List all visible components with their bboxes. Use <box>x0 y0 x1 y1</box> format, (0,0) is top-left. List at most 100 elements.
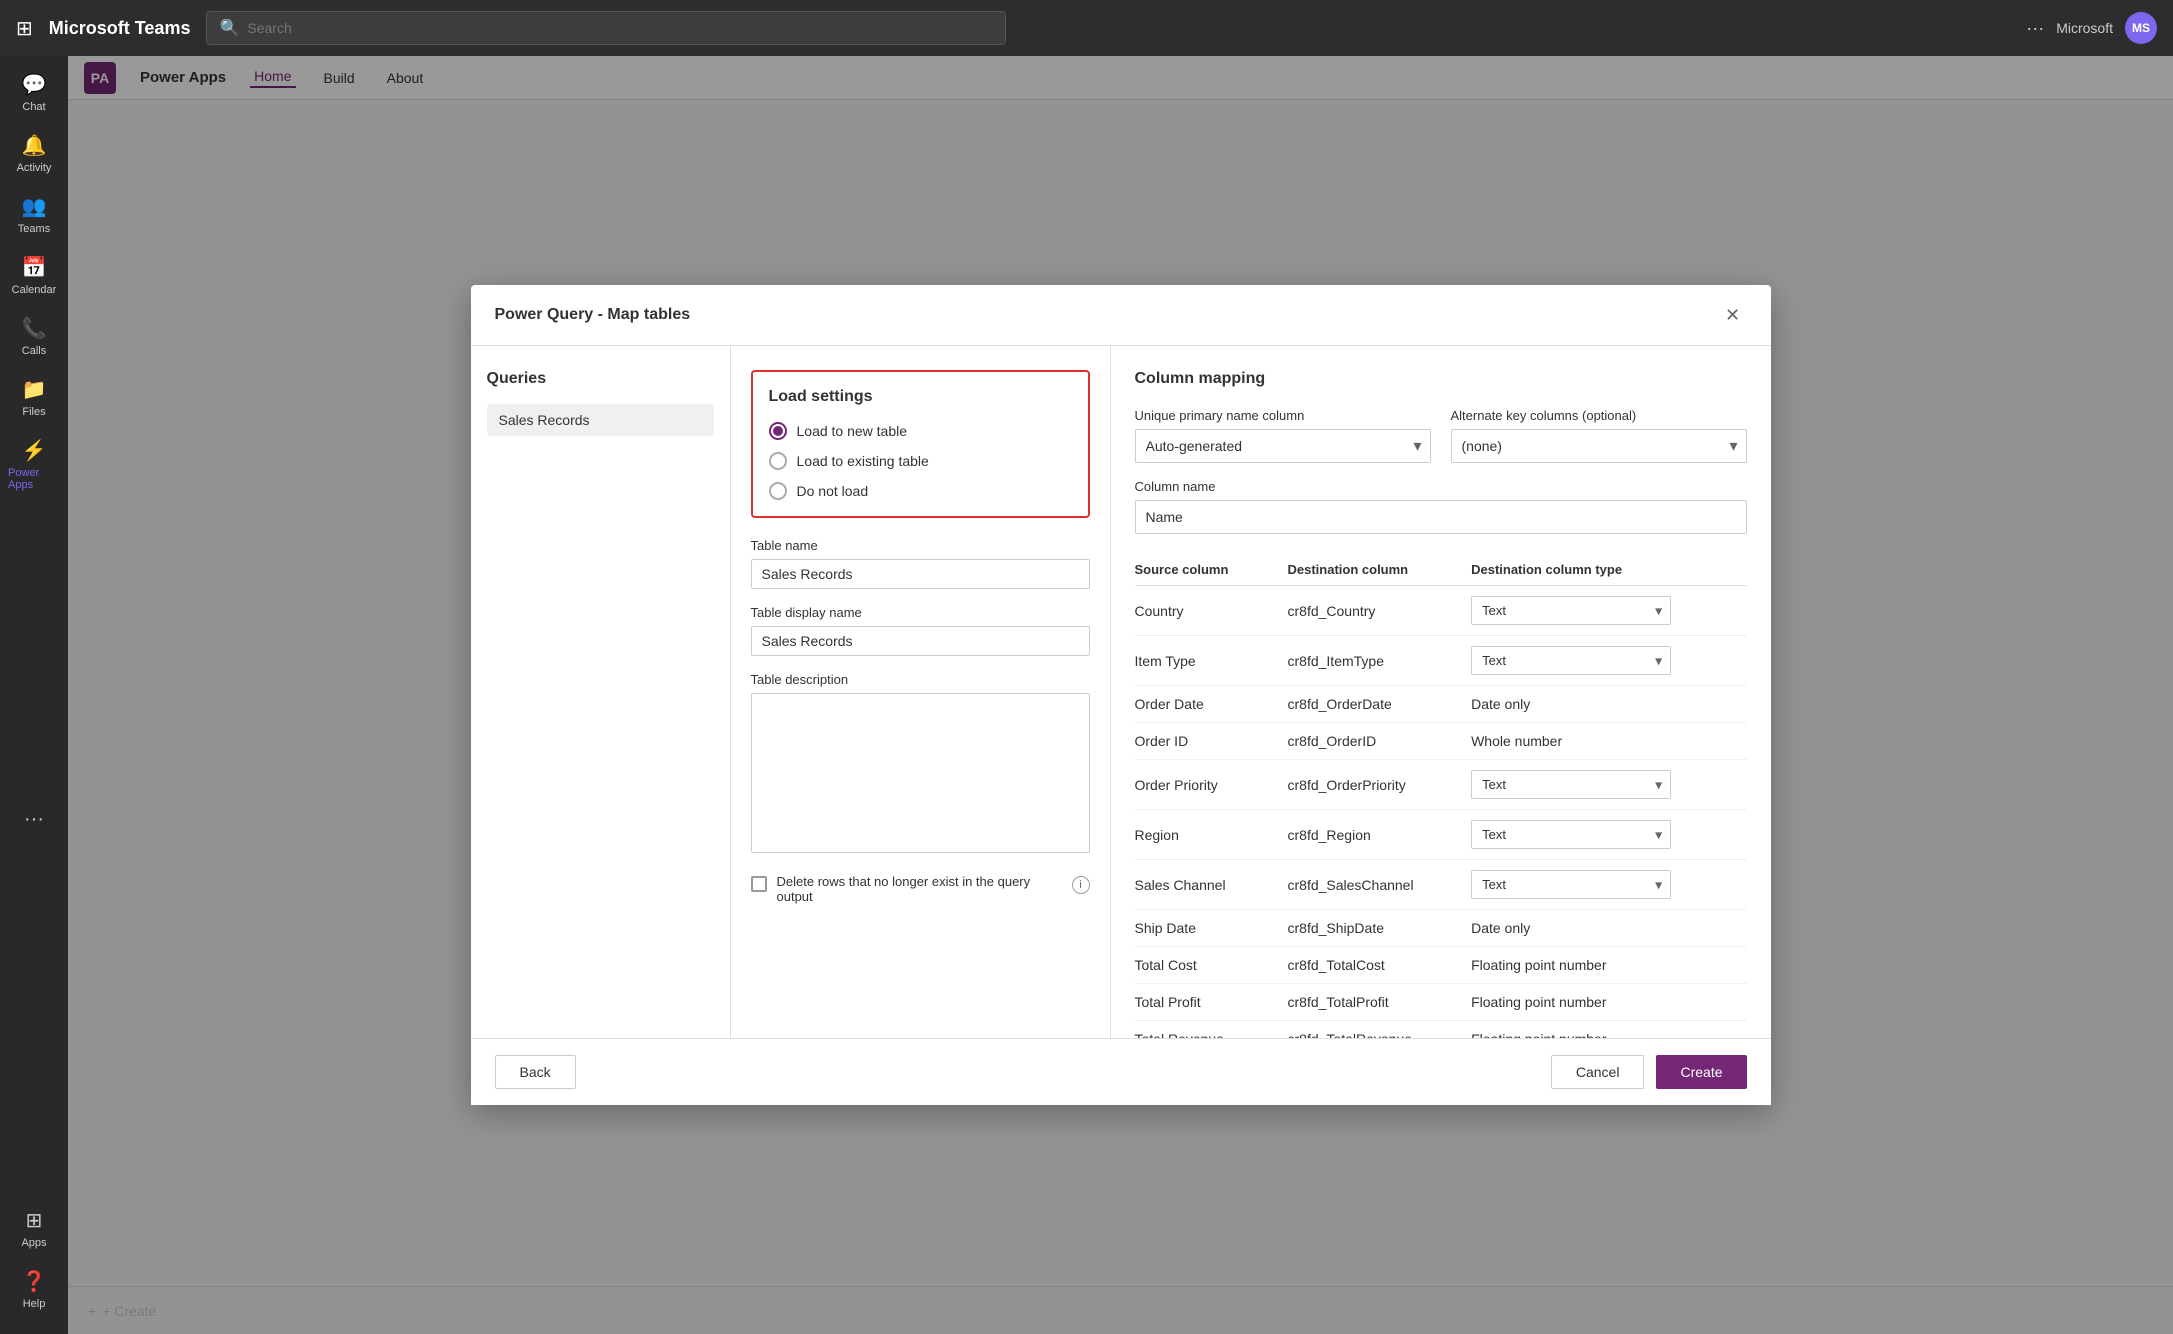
sidebar-item-label: Activity <box>17 162 52 174</box>
sidebar-item-powerapps[interactable]: ⚡ Power Apps <box>4 430 64 499</box>
sidebar-item-chat[interactable]: 💬 Chat <box>4 64 64 121</box>
sidebar-item-more[interactable]: ··· <box>4 800 64 839</box>
type-col-1[interactable]: Text▾ <box>1471 636 1746 686</box>
source-col-2: Order Date <box>1135 686 1288 723</box>
sidebar-bottom: ⊞ Apps ❓ Help <box>4 1200 64 1334</box>
info-icon[interactable]: i <box>1072 876 1090 894</box>
modal-overlay: Power Query - Map tables ✕ Queries Sales… <box>68 56 2173 1334</box>
radio-do-not-load-label: Do not load <box>797 483 869 499</box>
source-col-4: Order Priority <box>1135 760 1288 810</box>
type-col-8: Floating point number <box>1471 947 1746 984</box>
radio-option-do-not-load[interactable]: Do not load <box>769 482 1072 500</box>
sidebar-item-activity[interactable]: 🔔 Activity <box>4 125 64 182</box>
table-name-input[interactable] <box>751 559 1090 589</box>
grid-icon[interactable]: ⊞ <box>16 16 33 41</box>
table-display-name-input[interactable] <box>751 626 1090 656</box>
delete-rows-checkbox[interactable] <box>751 876 767 892</box>
username-label: Microsoft <box>2056 20 2113 36</box>
sidebar: 💬 Chat 🔔 Activity 👥 Teams 📅 Calendar 📞 C… <box>0 56 68 1334</box>
type-col-0[interactable]: Text▾ <box>1471 586 1746 636</box>
mapping-title: Column mapping <box>1135 370 1747 388</box>
query-item-sales-records[interactable]: Sales Records <box>487 404 714 436</box>
search-box: 🔍 <box>206 11 1006 45</box>
unique-primary-field: Unique primary name column Auto-generate… <box>1135 408 1431 463</box>
source-col-1: Item Type <box>1135 636 1288 686</box>
type-col-2: Date only <box>1471 686 1746 723</box>
dest-col-10: cr8fd_TotalRevenue <box>1288 1021 1472 1039</box>
table-header-row: Source column Destination column Destina… <box>1135 554 1747 586</box>
type-col-5[interactable]: Text▾ <box>1471 810 1746 860</box>
search-input[interactable] <box>247 20 993 36</box>
source-col-7: Ship Date <box>1135 910 1288 947</box>
calendar-icon: 📅 <box>22 255 47 280</box>
chat-icon: 💬 <box>22 72 47 97</box>
type-select-5[interactable]: Text <box>1472 821 1670 848</box>
radio-existing-table-label: Load to existing table <box>797 453 929 469</box>
table-name-group: Table name <box>751 538 1090 589</box>
table-row: Total Costcr8fd_TotalCostFloating point … <box>1135 947 1747 984</box>
source-col-3: Order ID <box>1135 723 1288 760</box>
table-row: Order IDcr8fd_OrderIDWhole number <box>1135 723 1747 760</box>
close-button[interactable]: ✕ <box>1719 301 1747 329</box>
sidebar-item-label: Teams <box>18 223 50 235</box>
column-name-input[interactable] <box>1135 500 1747 534</box>
table-row: Total Profitcr8fd_TotalProfitFloating po… <box>1135 984 1747 1021</box>
mapping-table: Source column Destination column Destina… <box>1135 554 1747 1038</box>
table-row: Regioncr8fd_RegionText▾ <box>1135 810 1747 860</box>
type-col-6[interactable]: Text▾ <box>1471 860 1746 910</box>
type-select-0[interactable]: Text <box>1472 597 1670 624</box>
sidebar-item-help[interactable]: ❓ Help <box>4 1261 64 1318</box>
unique-primary-select[interactable]: Auto-generated <box>1136 430 1430 462</box>
main-area: 💬 Chat 🔔 Activity 👥 Teams 📅 Calendar 📞 C… <box>0 56 2173 1334</box>
content-area: PA Power Apps Home Build About Power Que… <box>68 56 2173 1334</box>
settings-panel: Load settings Load to new table Load to … <box>731 346 1111 1038</box>
more-icon: ··· <box>24 808 44 831</box>
radio-option-new-table[interactable]: Load to new table <box>769 422 1072 440</box>
header-type: Destination column type <box>1471 554 1746 586</box>
type-col-10: Floating point number <box>1471 1021 1746 1039</box>
avatar[interactable]: MS <box>2125 12 2157 44</box>
dest-col-7: cr8fd_ShipDate <box>1288 910 1472 947</box>
create-button[interactable]: Create <box>1656 1055 1746 1089</box>
sidebar-item-files[interactable]: 📁 Files <box>4 369 64 426</box>
source-col-6: Sales Channel <box>1135 860 1288 910</box>
table-row: Order Datecr8fd_OrderDateDate only <box>1135 686 1747 723</box>
source-col-9: Total Profit <box>1135 984 1288 1021</box>
type-col-4[interactable]: Text▾ <box>1471 760 1746 810</box>
teams-topbar: ⊞ Microsoft Teams 🔍 ··· Microsoft MS <box>0 0 2173 56</box>
calls-icon: 📞 <box>22 316 47 341</box>
type-select-6[interactable]: Text <box>1472 871 1670 898</box>
type-col-3: Whole number <box>1471 723 1746 760</box>
radio-option-existing-table[interactable]: Load to existing table <box>769 452 1072 470</box>
sidebar-item-calls[interactable]: 📞 Calls <box>4 308 64 365</box>
sidebar-item-label: Power Apps <box>8 467 60 491</box>
type-select-wrapper-4: Text▾ <box>1471 770 1671 799</box>
radio-existing-table-circle <box>769 452 787 470</box>
radio-group: Load to new table Load to existing table… <box>769 422 1072 500</box>
sidebar-item-teams[interactable]: 👥 Teams <box>4 186 64 243</box>
delete-rows-checkbox-group: Delete rows that no longer exist in the … <box>751 874 1090 904</box>
sidebar-item-apps[interactable]: ⊞ Apps <box>4 1200 64 1257</box>
more-options-icon[interactable]: ··· <box>2026 18 2044 39</box>
header-source: Source column <box>1135 554 1288 586</box>
teams-icon: 👥 <box>22 194 47 219</box>
back-button[interactable]: Back <box>495 1055 576 1089</box>
table-description-label: Table description <box>751 672 1090 687</box>
sidebar-item-calendar[interactable]: 📅 Calendar <box>4 247 64 304</box>
type-select-4[interactable]: Text <box>1472 771 1670 798</box>
dest-col-4: cr8fd_OrderPriority <box>1288 760 1472 810</box>
dest-col-8: cr8fd_TotalCost <box>1288 947 1472 984</box>
table-row: Order Prioritycr8fd_OrderPriorityText▾ <box>1135 760 1747 810</box>
activity-icon: 🔔 <box>22 133 47 158</box>
type-select-1[interactable]: Text <box>1472 647 1670 674</box>
dest-col-0: cr8fd_Country <box>1288 586 1472 636</box>
cancel-button[interactable]: Cancel <box>1551 1055 1645 1089</box>
table-row: Sales Channelcr8fd_SalesChannelText▾ <box>1135 860 1747 910</box>
type-select-wrapper-6: Text▾ <box>1471 870 1671 899</box>
topbar-right: ··· Microsoft MS <box>2026 12 2157 44</box>
type-col-7: Date only <box>1471 910 1746 947</box>
table-description-input[interactable] <box>751 693 1090 853</box>
dest-col-2: cr8fd_OrderDate <box>1288 686 1472 723</box>
alternate-key-select[interactable]: (none) <box>1452 430 1746 462</box>
mapping-top-row: Unique primary name column Auto-generate… <box>1135 408 1747 463</box>
